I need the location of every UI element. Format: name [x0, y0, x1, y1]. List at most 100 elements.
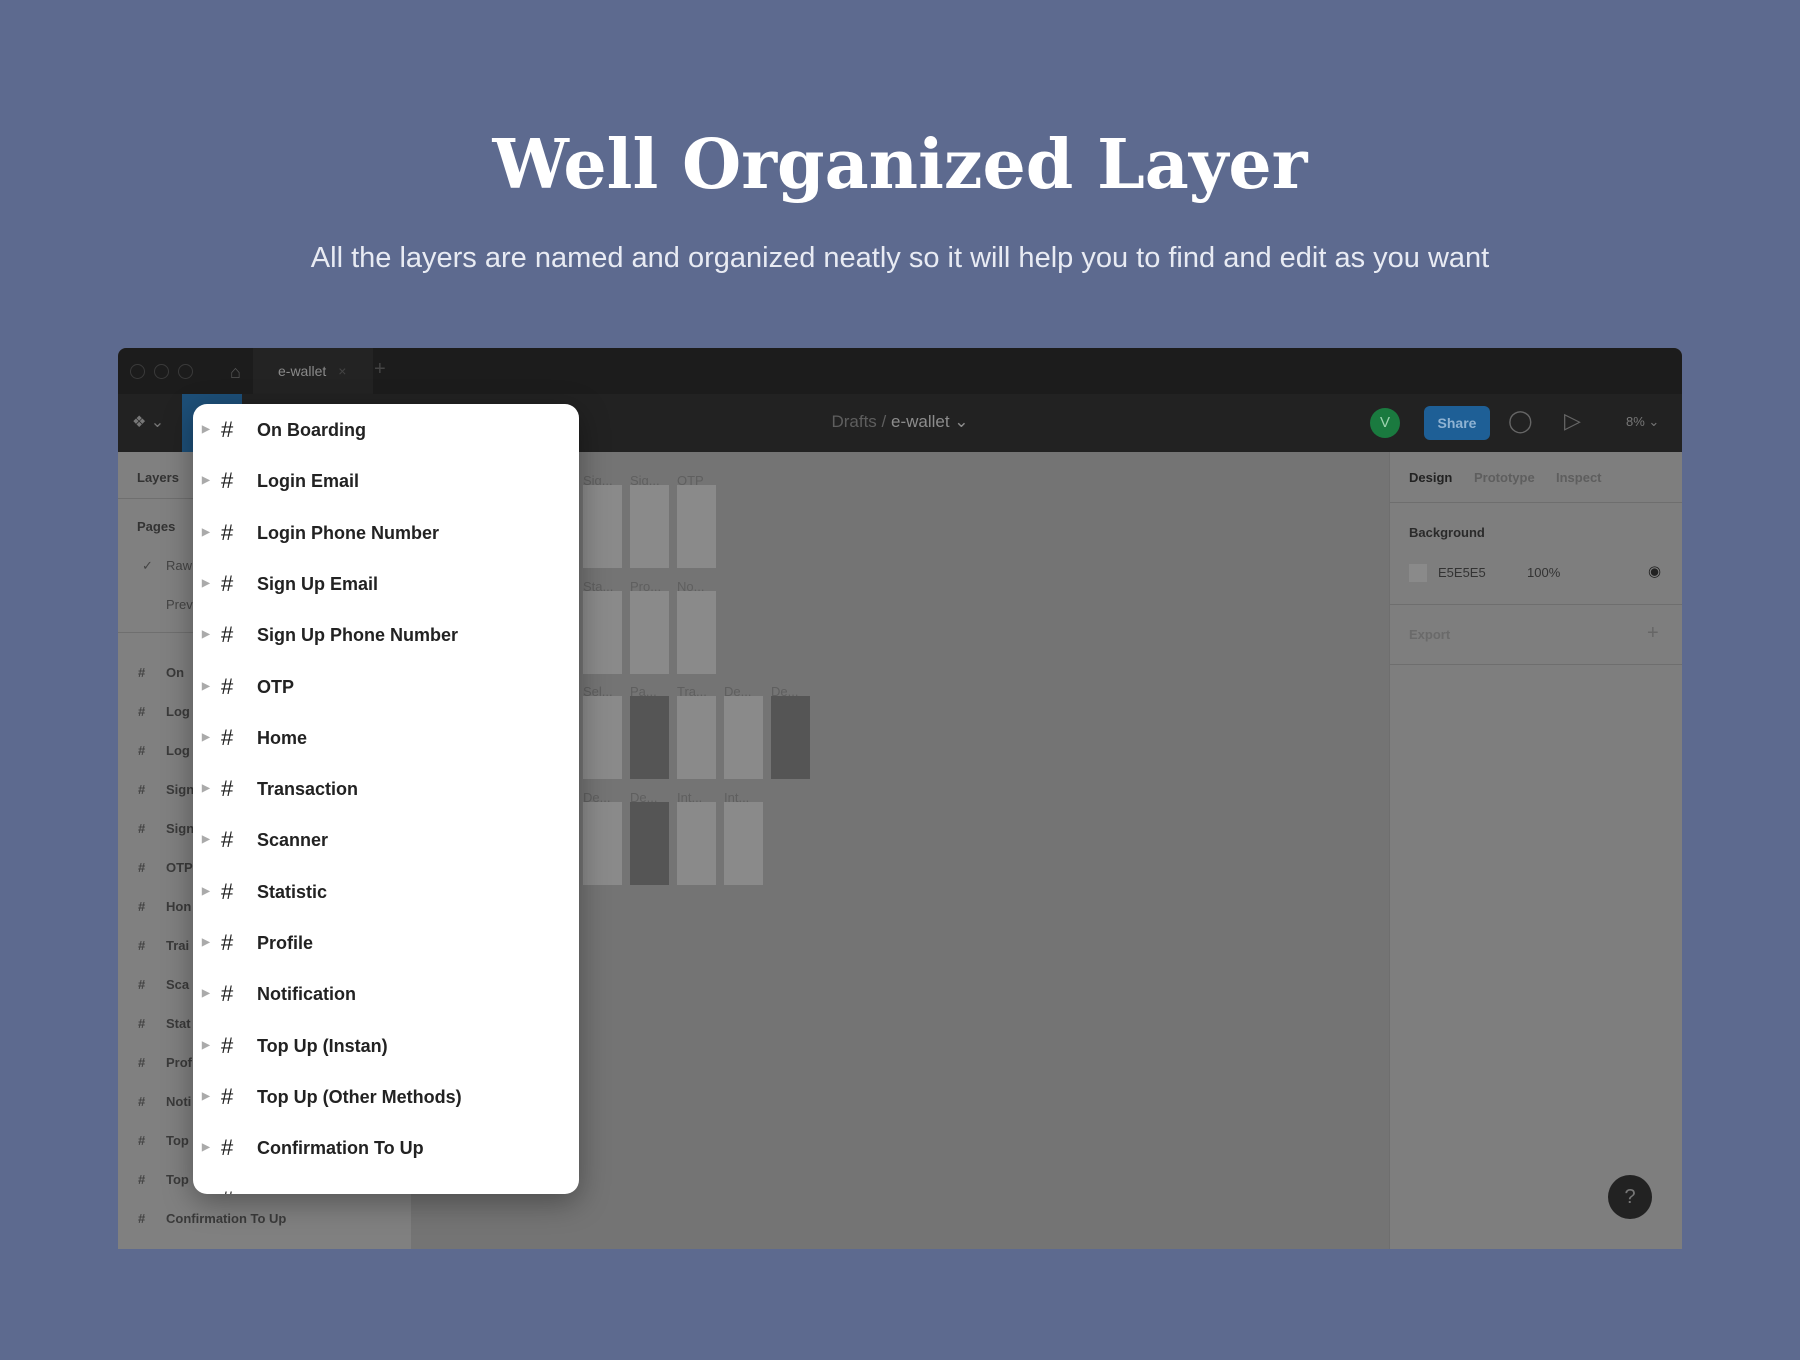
frame-thumbnail[interactable] [677, 696, 716, 780]
pages-header: Pages [137, 519, 176, 534]
frame-thumbnail[interactable] [630, 590, 669, 674]
window-close-button[interactable] [130, 364, 145, 379]
tab-prototype[interactable]: Prototype [1474, 470, 1535, 485]
frame-thumbnail[interactable] [677, 590, 716, 674]
frame-icon: # [138, 1055, 146, 1070]
divider [1390, 604, 1682, 605]
layer-item[interactable]: # Trai [138, 938, 189, 953]
layer-item[interactable]: # Sca [138, 977, 189, 992]
expand-arrow-icon[interactable]: ▶ [202, 461, 210, 501]
popup-layer-item[interactable]: ▶ # On Boarding [193, 410, 579, 450]
share-button[interactable]: Share [1424, 406, 1490, 440]
home-icon[interactable]: ⌂ [230, 362, 248, 382]
popup-layer-item[interactable]: ▶ # Top Up (Other Methods) [193, 1077, 579, 1117]
layer-label: Statistic [257, 881, 328, 902]
frame-thumbnail[interactable] [630, 696, 669, 780]
expand-arrow-icon[interactable]: ▶ [202, 615, 210, 655]
popup-layer-item[interactable]: ▶ # Sign Up Phone Number [193, 615, 579, 655]
expand-arrow-icon[interactable]: ▶ [202, 974, 210, 1014]
tab-e-wallet[interactable]: e-wallet × [253, 348, 373, 394]
frame-thumbnail[interactable] [583, 485, 622, 568]
frame-icon: # [221, 570, 234, 596]
expand-arrow-icon[interactable]: ▶ [202, 718, 210, 758]
background-opacity-input[interactable]: 100% [1527, 565, 1560, 580]
frame-thumbnail[interactable] [583, 801, 622, 885]
layer-item[interactable]: # Top [138, 1133, 189, 1148]
present-play-icon[interactable]: ▷ [1564, 408, 1581, 434]
frame-thumbnail[interactable] [771, 696, 810, 780]
layer-item[interactable]: # Log [138, 743, 190, 758]
popup-layer-item[interactable]: ▶ # Sign Up Email [193, 564, 579, 604]
layer-item[interactable]: # Sign [138, 782, 194, 797]
frame-thumbnail[interactable] [630, 485, 669, 568]
layer-item[interactable]: # Sign [138, 821, 194, 836]
layer-item[interactable]: # Log [138, 704, 190, 719]
expand-arrow-icon[interactable]: ▶ [202, 923, 210, 963]
expand-arrow-icon[interactable]: ▶ [202, 513, 210, 553]
frame-thumbnail[interactable] [583, 696, 622, 780]
layer-label: Notification [257, 984, 356, 1005]
frame-thumbnail[interactable] [677, 801, 716, 885]
layer-item[interactable]: # Stat [138, 1016, 191, 1031]
frame-thumbnail[interactable] [724, 801, 763, 885]
layer-item[interactable]: # Noti [138, 1094, 191, 1109]
design-panel: Design Prototype Inspect Background E5E5… [1389, 452, 1682, 1249]
popup-layer-item[interactable]: ▶ # Login Phone Number [193, 513, 579, 553]
page-item[interactable]: Prev [166, 597, 193, 612]
window-minimize-button[interactable] [154, 364, 169, 379]
background-swatch[interactable] [1409, 564, 1427, 582]
frame-thumbnail[interactable] [677, 485, 716, 568]
expand-arrow-icon[interactable]: ▶ [202, 1077, 210, 1117]
popup-layer-item[interactable]: ▶ # Notification [193, 974, 579, 1014]
expand-arrow-icon[interactable]: ▶ [202, 820, 210, 860]
expand-arrow-icon[interactable]: ▶ [202, 872, 210, 912]
background-hex-input[interactable]: E5E5E5 [1438, 565, 1486, 580]
add-export-button[interactable]: + [1647, 622, 1659, 645]
layer-item[interactable]: # Prof [138, 1055, 192, 1070]
popup-layer-item[interactable]: ▶ # OTP [193, 667, 579, 707]
layer-item[interactable]: # Top [138, 1172, 189, 1187]
expand-arrow-icon[interactable]: ▶ [202, 410, 210, 450]
layer-item[interactable]: # On [138, 665, 184, 680]
new-tab-button[interactable]: + [374, 358, 386, 381]
comment-icon[interactable]: ◯ [1508, 408, 1533, 434]
layer-item[interactable]: # OTP [138, 860, 193, 875]
frame-thumbnail[interactable] [630, 801, 669, 885]
avatar[interactable]: V [1370, 408, 1400, 438]
layer-label: OTP [166, 860, 193, 875]
page-item[interactable]: Raw [166, 558, 192, 573]
popup-layer-item[interactable]: ▶ # Top Up (Instan) [193, 1026, 579, 1066]
layer-label: Sign Up Email [257, 573, 379, 594]
layer-item[interactable]: # Hon [138, 899, 191, 914]
popup-layer-item[interactable]: ▶ # Profile [193, 923, 579, 963]
popup-layer-item[interactable]: ▶ # Scanner [193, 820, 579, 860]
layer-item[interactable]: # Confirmation To Up [138, 1211, 286, 1226]
expand-arrow-icon[interactable]: ▶ [202, 1128, 210, 1168]
layers-tab[interactable]: Layers [137, 470, 179, 485]
expand-arrow-icon[interactable]: ▶ [202, 564, 210, 604]
eye-icon[interactable]: ◉ [1648, 562, 1661, 580]
frame-thumbnail[interactable] [724, 696, 763, 780]
zoom-dropdown[interactable]: 8% ⌄ [1626, 414, 1659, 430]
frame-thumbnail[interactable] [583, 590, 622, 674]
layer-label: Top [166, 1172, 189, 1187]
popup-layer-item[interactable]: ▶ # Statistic [193, 872, 579, 912]
tab-design[interactable]: Design [1409, 470, 1452, 485]
expand-arrow-icon[interactable]: ▶ [202, 769, 210, 809]
help-button[interactable]: ? [1608, 1175, 1652, 1219]
file-name-menu[interactable]: e-wallet ⌄ [891, 412, 969, 431]
expand-arrow-icon[interactable]: ▶ [202, 667, 210, 707]
window-maximize-button[interactable] [178, 364, 193, 379]
popup-layer-item[interactable]: ▶ # Confirmation To Up [193, 1128, 579, 1168]
close-tab-icon[interactable]: × [338, 363, 346, 379]
layer-label: OTP [257, 676, 295, 697]
breadcrumb-drafts[interactable]: Drafts [831, 412, 876, 431]
layer-label: Scanner [257, 830, 329, 851]
popup-layer-item[interactable]: ▶ # Transaction [193, 769, 579, 809]
layer-label: Confirmation To Up [257, 1138, 424, 1159]
popup-layer-item[interactable]: ▶ # Home [193, 718, 579, 758]
expand-arrow-icon[interactable]: ▶ [202, 1026, 210, 1066]
popup-layer-item[interactable]: ▶ # Login Email [193, 461, 579, 501]
tab-inspect[interactable]: Inspect [1556, 470, 1602, 485]
popup-layer-item-partial[interactable]: # [193, 1180, 579, 1195]
